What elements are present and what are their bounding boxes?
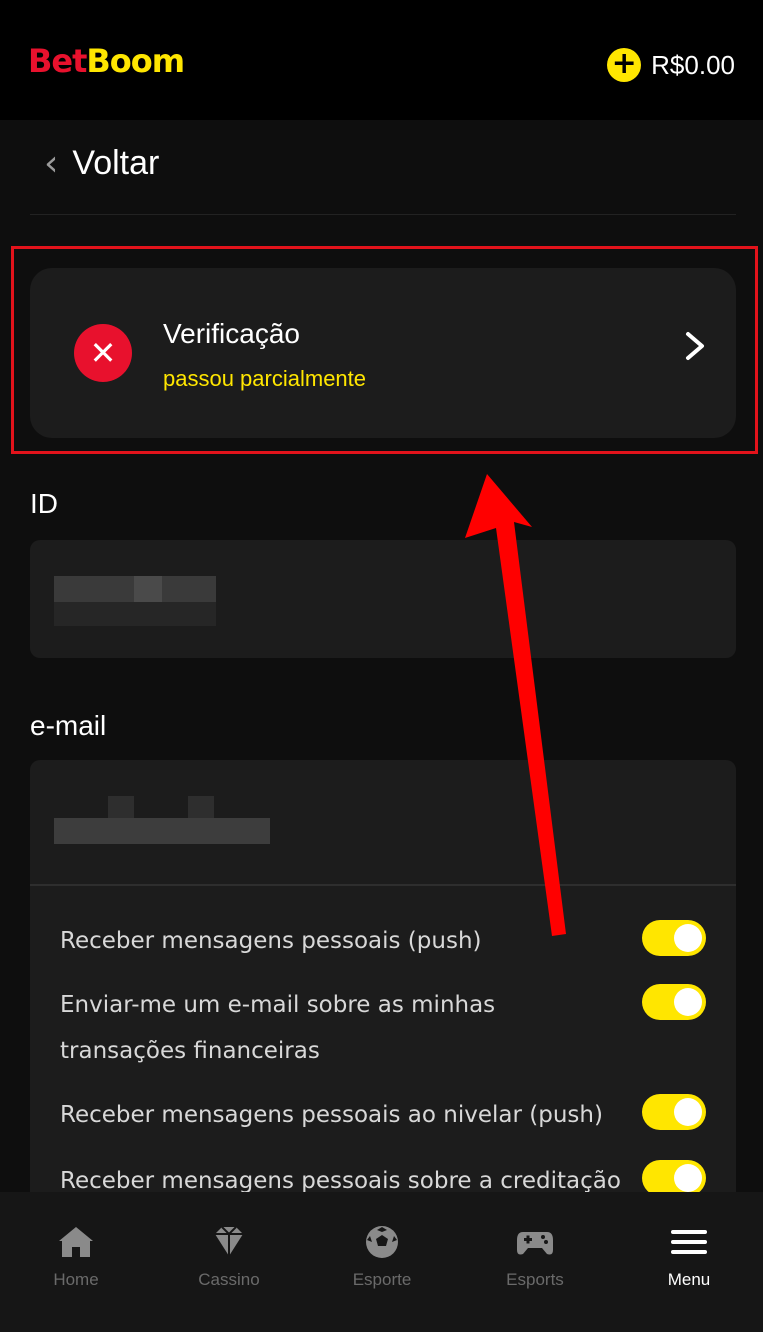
nav-label: Home	[53, 1270, 99, 1289]
chevron-left-icon: ‹	[44, 142, 59, 184]
notification-preferences: Receber mensagens pessoais (push) Enviar…	[30, 886, 736, 1192]
nav-menu[interactable]: Menu	[634, 1224, 744, 1290]
back-button[interactable]: ‹ Voltar	[44, 144, 159, 183]
email-label: e-mail	[30, 710, 107, 741]
annotation-highlight-box	[11, 246, 758, 454]
redacted-pixel	[134, 576, 162, 602]
bottom-navigation: Home Cassino Esporte Esports Menu	[0, 1192, 763, 1332]
logo-bet-text: Bet	[28, 42, 87, 80]
divider	[30, 214, 736, 215]
redacted-pixel	[54, 602, 216, 626]
id-label: ID	[30, 488, 58, 519]
preference-label: Receber mensagens pessoais sobre a credi…	[60, 1168, 621, 1192]
toggle-knob	[674, 988, 702, 1016]
id-field	[30, 540, 736, 658]
logo-boom-text: Boom	[86, 42, 185, 80]
nav-label: Cassino	[198, 1270, 260, 1289]
balance-amount: R$0.00	[651, 49, 735, 80]
top-header: BetBoom + R$0.00	[0, 0, 763, 120]
toggle-knob	[674, 1164, 702, 1192]
toggle-knob	[674, 924, 702, 952]
preference-toggle[interactable]	[642, 1160, 706, 1192]
redacted-pixel	[54, 818, 270, 844]
nav-label: Menu	[667, 1270, 711, 1289]
hamburger-menu-icon	[671, 1230, 707, 1254]
preference-label: Receber mensagens pessoais (push)	[60, 928, 482, 954]
nav-label: Esports	[506, 1270, 564, 1289]
toggle-knob	[674, 1098, 702, 1126]
redacted-pixel	[188, 796, 214, 818]
redacted-pixel	[108, 796, 134, 818]
soccer-ball-icon	[366, 1226, 398, 1258]
preference-label: Enviar-me um e-mail sobre as minhas tran…	[60, 992, 496, 1064]
home-icon	[59, 1227, 93, 1257]
gamepad-icon	[517, 1232, 553, 1255]
balance-widget[interactable]: + R$0.00	[607, 48, 735, 82]
nav-label: Esporte	[352, 1270, 412, 1289]
preference-toggle[interactable]	[642, 1094, 706, 1130]
nav-esporte[interactable]: Esporte	[327, 1224, 437, 1290]
preference-toggle[interactable]	[642, 920, 706, 956]
email-field	[30, 760, 736, 884]
plus-icon[interactable]: +	[607, 48, 642, 82]
nav-esports[interactable]: Esports	[480, 1224, 590, 1290]
nav-cassino[interactable]: Cassino	[174, 1224, 284, 1290]
profile-page: ‹ Voltar ✕ Verificação passou parcialmen…	[0, 120, 763, 1192]
preference-label: Receber mensagens pessoais ao nivelar (p…	[60, 1102, 603, 1128]
back-label: Voltar	[72, 144, 160, 182]
betboom-logo[interactable]: BetBoom	[28, 42, 185, 80]
diamond-icon	[215, 1226, 243, 1256]
preference-toggle[interactable]	[642, 984, 706, 1020]
nav-home[interactable]: Home	[21, 1224, 131, 1290]
